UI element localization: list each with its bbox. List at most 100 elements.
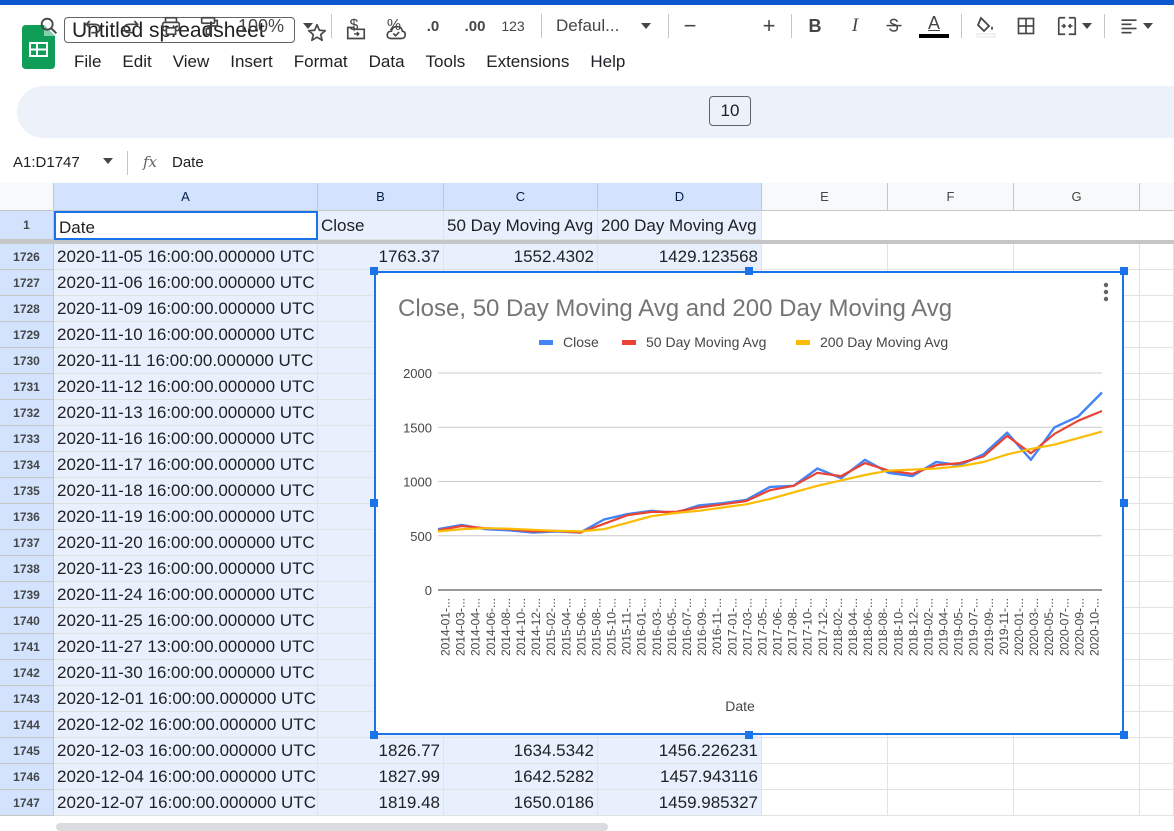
empty-cell[interactable]: [1140, 374, 1174, 400]
italic-button[interactable]: I: [845, 0, 865, 52]
bold-button[interactable]: B: [805, 0, 825, 52]
row-header[interactable]: 1747: [0, 790, 54, 816]
cell-ma200[interactable]: 1459.985327: [598, 790, 762, 816]
cell-date[interactable]: 2020-11-30 16:00:00.000000 UTC: [54, 660, 318, 686]
row-header[interactable]: 1732: [0, 400, 54, 426]
cell-date[interactable]: 2020-11-18 16:00:00.000000 UTC: [54, 478, 318, 504]
name-box-dropdown-icon[interactable]: [103, 158, 113, 164]
empty-cell[interactable]: [1140, 530, 1174, 556]
cell-date[interactable]: 2020-11-16 16:00:00.000000 UTC: [54, 426, 318, 452]
row-header[interactable]: 1738: [0, 556, 54, 582]
column-header-g[interactable]: G: [1014, 183, 1140, 211]
row-header[interactable]: 1735: [0, 478, 54, 504]
menu-format[interactable]: Format: [294, 52, 348, 74]
empty-cell[interactable]: [762, 244, 888, 270]
empty-cell[interactable]: [1140, 322, 1174, 348]
cell-date[interactable]: 2020-11-12 16:00:00.000000 UTC: [54, 374, 318, 400]
select-all-corner[interactable]: [0, 183, 54, 211]
name-box[interactable]: A1:D1747: [13, 154, 80, 171]
cell-ma50[interactable]: 1552.4302: [444, 244, 598, 270]
paint-format-icon[interactable]: [196, 0, 222, 52]
number-format-button[interactable]: 123: [500, 0, 526, 52]
menu-view[interactable]: View: [173, 52, 210, 74]
empty-cell[interactable]: [1140, 738, 1174, 764]
font-size-decrease-button[interactable]: −: [680, 0, 700, 52]
borders-icon[interactable]: [1013, 0, 1039, 52]
row-header[interactable]: 1742: [0, 660, 54, 686]
row-header[interactable]: 1: [0, 211, 54, 240]
cell-date[interactable]: 2020-11-27 13:00:00.000000 UTC: [54, 634, 318, 660]
cell-date[interactable]: 2020-11-09 16:00:00.000000 UTC: [54, 296, 318, 322]
cell-date[interactable]: 2020-11-17 16:00:00.000000 UTC: [54, 452, 318, 478]
row-header[interactable]: 1728: [0, 296, 54, 322]
cell-ma200[interactable]: 1429.123568: [598, 244, 762, 270]
chart-container[interactable]: Close, 50 Day Moving Avg and 200 Day Mov…: [374, 271, 1124, 735]
row-header[interactable]: 1727: [0, 270, 54, 296]
menu-insert[interactable]: Insert: [230, 52, 273, 74]
menu-file[interactable]: File: [74, 52, 101, 74]
row-header[interactable]: 1743: [0, 686, 54, 712]
align-left-icon[interactable]: [1115, 0, 1157, 52]
header-cell-close[interactable]: Close: [318, 211, 444, 240]
cell-date[interactable]: 2020-11-06 16:00:00.000000 UTC: [54, 270, 318, 296]
cell-close[interactable]: 1826.77: [318, 738, 444, 764]
empty-cell[interactable]: [1014, 790, 1140, 816]
zoom-select[interactable]: 100%: [238, 0, 292, 52]
header-cell-ma50[interactable]: 50 Day Moving Avg: [444, 211, 598, 240]
cell-close[interactable]: 1827.99: [318, 764, 444, 790]
cell-date[interactable]: 2020-12-01 16:00:00.000000 UTC: [54, 686, 318, 712]
empty-cell[interactable]: [1140, 764, 1174, 790]
text-color-button[interactable]: A: [919, 0, 949, 52]
cell-ma50[interactable]: 1650.0186: [444, 790, 598, 816]
chart-resize-handle-right[interactable]: [1120, 499, 1128, 507]
menu-data[interactable]: Data: [369, 52, 405, 74]
cell-ma200[interactable]: 1456.226231: [598, 738, 762, 764]
row-header[interactable]: 1729: [0, 322, 54, 348]
cell-close[interactable]: 1763.37: [318, 244, 444, 270]
empty-cell[interactable]: [1140, 244, 1174, 270]
empty-cell[interactable]: [1140, 634, 1174, 660]
cell-ma200[interactable]: 1457.943116: [598, 764, 762, 790]
row-header[interactable]: 1733: [0, 426, 54, 452]
fill-color-icon[interactable]: [971, 0, 1001, 52]
row-header[interactable]: 1740: [0, 608, 54, 634]
empty-cell[interactable]: [1140, 452, 1174, 478]
row-header[interactable]: 1744: [0, 712, 54, 738]
column-header-c[interactable]: C: [444, 183, 598, 211]
cell-date[interactable]: 2020-11-10 16:00:00.000000 UTC: [54, 322, 318, 348]
chart-resize-handle-left[interactable]: [370, 499, 378, 507]
row-header[interactable]: 1726: [0, 244, 54, 270]
decrease-decimal-button[interactable]: .0: [420, 0, 446, 52]
menu-help[interactable]: Help: [590, 52, 625, 74]
empty-cell[interactable]: [1140, 296, 1174, 322]
chart-resize-handle-top-right[interactable]: [1120, 267, 1128, 275]
cell-ma50[interactable]: 1634.5342: [444, 738, 598, 764]
cell-date[interactable]: 2020-11-11 16:00:00.000000 UTC: [54, 348, 318, 374]
row-header[interactable]: 1745: [0, 738, 54, 764]
empty-cell[interactable]: [1014, 764, 1140, 790]
column-header-b[interactable]: B: [318, 183, 444, 211]
header-cell-date[interactable]: Date: [54, 211, 318, 240]
cell-date[interactable]: 2020-12-03 16:00:00.000000 UTC: [54, 738, 318, 764]
cell-date[interactable]: 2020-12-04 16:00:00.000000 UTC: [54, 764, 318, 790]
row-header[interactable]: 1730: [0, 348, 54, 374]
empty-cell[interactable]: [888, 738, 1014, 764]
menu-tools[interactable]: Tools: [426, 52, 466, 74]
menu-extensions[interactable]: Extensions: [486, 52, 569, 74]
column-header-d[interactable]: D: [598, 183, 762, 211]
formula-input[interactable]: Date: [172, 154, 204, 171]
empty-cell[interactable]: [762, 764, 888, 790]
empty-cell[interactable]: [1140, 608, 1174, 634]
chart-resize-handle-bottom-left[interactable]: [370, 731, 378, 739]
row-header[interactable]: 1741: [0, 634, 54, 660]
empty-cell[interactable]: [1140, 582, 1174, 608]
empty-cell[interactable]: [1140, 348, 1174, 374]
merge-cells-icon[interactable]: [1053, 0, 1095, 52]
row-header[interactable]: 1731: [0, 374, 54, 400]
empty-cell[interactable]: [1140, 712, 1174, 738]
chart-resize-handle-bottom[interactable]: [745, 731, 753, 739]
cell-date[interactable]: 2020-12-02 16:00:00.000000 UTC: [54, 712, 318, 738]
cell-date[interactable]: 2020-11-23 16:00:00.000000 UTC: [54, 556, 318, 582]
column-header-f[interactable]: F: [888, 183, 1014, 211]
increase-decimal-button[interactable]: .00: [460, 0, 490, 52]
